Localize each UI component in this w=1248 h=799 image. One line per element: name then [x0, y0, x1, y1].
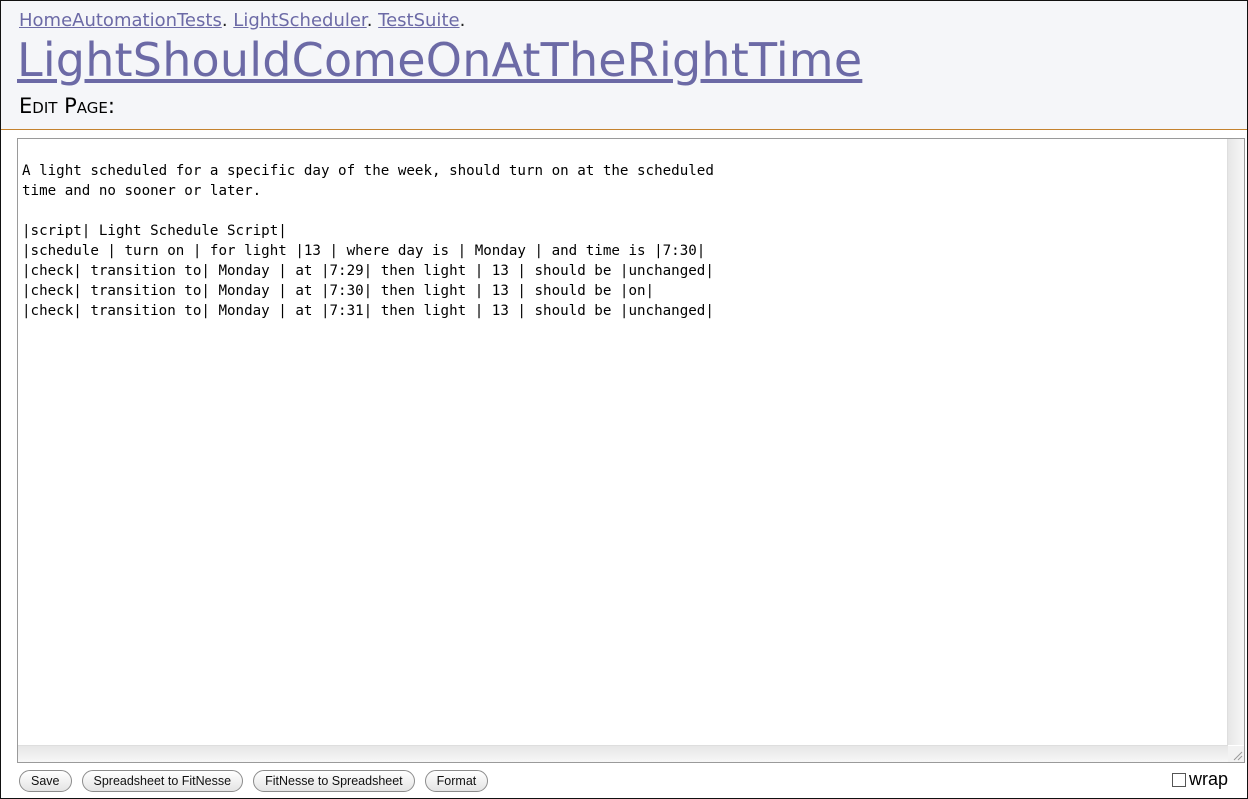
- page-content-editor[interactable]: A light scheduled for a specific day of …: [17, 138, 1245, 763]
- breadcrumb-separator: .: [366, 10, 373, 31]
- wrap-toggle[interactable]: wrap: [1172, 769, 1228, 790]
- wrap-checkbox[interactable]: [1172, 772, 1186, 787]
- wrap-label: wrap: [1189, 769, 1229, 789]
- format-button[interactable]: Format: [424, 770, 489, 792]
- breadcrumb-link-lightscheduler[interactable]: LightScheduler: [233, 10, 366, 31]
- resize-grip-icon[interactable]: [1228, 746, 1244, 762]
- page-header: HomeAutomationTests. LightScheduler. Tes…: [1, 1, 1247, 130]
- vertical-scrollbar[interactable]: [1227, 139, 1244, 745]
- spreadsheet-to-fitnesse-button[interactable]: Spreadsheet to FitNesse: [81, 770, 244, 792]
- breadcrumb-separator: .: [221, 10, 228, 31]
- browser-page: HomeAutomationTests. LightScheduler. Tes…: [0, 0, 1248, 799]
- breadcrumb-separator: .: [459, 10, 466, 31]
- breadcrumb-link-testsuite[interactable]: TestSuite: [378, 10, 459, 31]
- button-bar: Save Spreadsheet to FitNesse FitNesse to…: [19, 770, 489, 792]
- page-title[interactable]: LightShouldComeOnAtTheRightTime: [17, 33, 862, 87]
- breadcrumb-link-homeautomationtests[interactable]: HomeAutomationTests: [19, 10, 222, 31]
- breadcrumb: HomeAutomationTests. LightScheduler. Tes…: [19, 10, 465, 31]
- editor-text[interactable]: A light scheduled for a specific day of …: [22, 161, 714, 321]
- save-button[interactable]: Save: [19, 770, 72, 792]
- fitnesse-to-spreadsheet-button[interactable]: FitNesse to Spreadsheet: [253, 770, 415, 792]
- edit-page-heading: Edit Page:: [19, 94, 115, 118]
- horizontal-scrollbar[interactable]: [18, 745, 1228, 762]
